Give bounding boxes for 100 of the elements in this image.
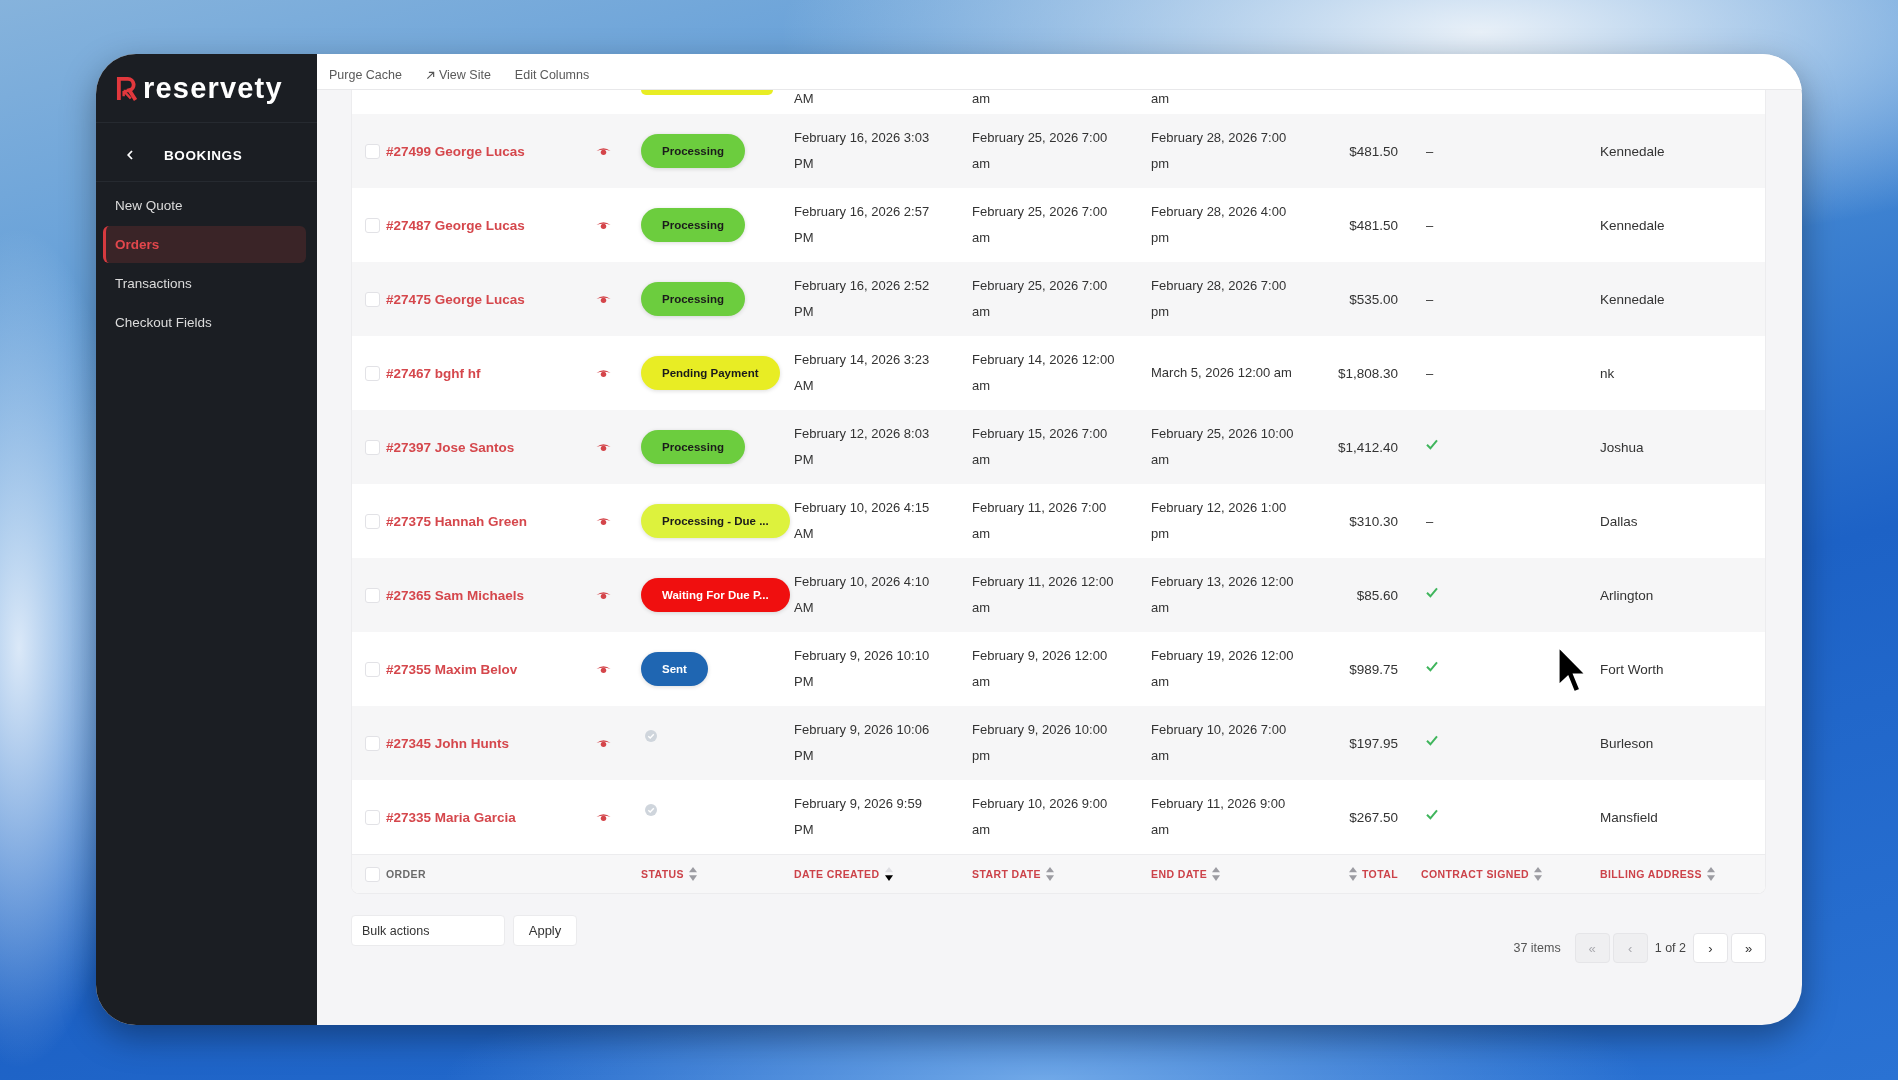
date-cell-text: February 9, 2026 10:00 pm xyxy=(972,721,1109,765)
date-cell-text: February 15, 2026 7:00 am xyxy=(972,425,1109,469)
order-link[interactable]: #27335 Maria Garcia xyxy=(386,809,516,825)
row-checkbox[interactable] xyxy=(365,365,380,381)
order-link[interactable]: #27475 George Lucas xyxy=(386,291,525,307)
nav-item[interactable]: New Quote xyxy=(103,187,306,224)
eye-icon[interactable] xyxy=(596,294,611,304)
select-all-checkbox[interactable] xyxy=(365,866,380,882)
date-cell-text: February 28, 2026 7:00 pm xyxy=(1151,129,1288,173)
date-cell-text: February 13, 2026 12:00 am xyxy=(1151,573,1295,617)
item-count: 37 items xyxy=(1513,941,1561,955)
eye-icon[interactable] xyxy=(596,220,611,230)
contract-cell: – xyxy=(1426,365,1434,381)
status-badge: Sent xyxy=(641,652,708,686)
column-header[interactable]: CONTRACT SIGNED xyxy=(1421,868,1530,880)
logo-icon xyxy=(116,75,137,101)
date-cell-text: February 10, 2026 7:00 am xyxy=(1151,721,1288,765)
row-checkbox[interactable] xyxy=(365,735,380,751)
eye-icon[interactable] xyxy=(596,516,611,526)
column-header[interactable]: END DATE xyxy=(1151,868,1208,880)
order-link[interactable]: #27487 George Lucas xyxy=(386,217,525,233)
order-link[interactable]: #27499 George Lucas xyxy=(386,143,525,159)
status-badge: Waiting For Due P... xyxy=(641,578,790,612)
order-link[interactable]: #27397 Jose Santos xyxy=(386,439,515,455)
status-badge: Processing xyxy=(641,208,745,242)
billing-cell: Kennedale xyxy=(1600,143,1665,159)
column-header[interactable]: DATE CREATED xyxy=(794,868,880,880)
billing-cell: Joshua xyxy=(1600,439,1644,455)
apply-button[interactable]: Apply xyxy=(513,915,577,946)
order-link[interactable]: #27467 bghf hf xyxy=(386,365,481,381)
date-cell-text: February 12, 2026 8:03 PM xyxy=(794,425,931,469)
order-link[interactable]: #27345 John Hunts xyxy=(386,735,510,751)
eye-icon[interactable] xyxy=(596,442,611,452)
column-header[interactable]: BILLING ADDRESS xyxy=(1600,868,1702,880)
row-checkbox[interactable] xyxy=(365,809,380,825)
page-button[interactable]: › xyxy=(1693,933,1728,963)
date-cell-text: February 16, 2026 3:03 PM xyxy=(794,129,931,173)
total-cell: $989.75 xyxy=(1349,661,1398,677)
date-cell: AM xyxy=(794,90,814,108)
order-link[interactable]: #27365 Sam Michaels xyxy=(386,587,525,603)
order-link[interactable]: #27375 Hannah Green xyxy=(386,513,528,529)
nav-item[interactable]: Checkout Fields xyxy=(103,304,306,341)
nav-item[interactable]: Orders xyxy=(103,226,306,263)
date-cell-text: February 25, 2026 7:00 am xyxy=(972,203,1109,247)
contract-cell: – xyxy=(1426,513,1434,529)
bulk-actions-select[interactable]: Bulk actions xyxy=(351,915,505,946)
column-header[interactable]: TOTAL xyxy=(1361,868,1398,880)
billing-cell: Dallas xyxy=(1600,513,1638,529)
eye-icon[interactable] xyxy=(596,738,611,748)
toolbar-link[interactable]: View Site xyxy=(425,68,491,82)
date-cell-text: February 11, 2026 7:00 am xyxy=(972,499,1108,543)
section-title: BOOKINGS xyxy=(164,147,243,163)
status-badge: Processing xyxy=(641,282,745,316)
order-link[interactable]: #27355 Maxim Belov xyxy=(386,661,518,677)
contract-cell: – xyxy=(1426,217,1434,233)
date-cell-text: February 9, 2026 10:06 PM xyxy=(794,721,931,765)
total-cell: $1,808.30 xyxy=(1337,365,1398,381)
status-badge: Processing xyxy=(641,430,745,464)
toolbar-link[interactable]: Purge Cache xyxy=(329,68,402,82)
diagonal-arrow-icon xyxy=(425,70,435,80)
eye-icon[interactable] xyxy=(596,590,611,600)
billing-cell: Kennedale xyxy=(1600,291,1665,307)
page-button[interactable]: » xyxy=(1731,933,1766,963)
row-checkbox[interactable] xyxy=(365,661,380,677)
row-checkbox[interactable] xyxy=(365,587,380,603)
row-checkbox[interactable] xyxy=(365,217,380,233)
chevron-left-icon[interactable] xyxy=(127,150,133,160)
date-cell-text: March 5, 2026 12:00 am xyxy=(1151,364,1292,382)
date-cell-text: February 9, 2026 10:10 PM xyxy=(794,647,931,691)
total-cell: $197.95 xyxy=(1349,735,1398,751)
toolbar-link[interactable]: Edit Columns xyxy=(514,68,590,82)
row-checkbox[interactable] xyxy=(365,143,380,159)
date-cell-text: February 16, 2026 2:57 PM xyxy=(794,203,931,247)
date-cell-text: February 11, 2026 9:00 am xyxy=(1151,795,1287,839)
row-checkbox[interactable] xyxy=(365,513,380,529)
date-cell-text: February 12, 2026 1:00 pm xyxy=(1151,499,1288,543)
eye-icon[interactable] xyxy=(596,368,611,378)
eye-icon[interactable] xyxy=(596,146,611,156)
total-cell: $267.50 xyxy=(1349,809,1398,825)
column-header[interactable]: START DATE xyxy=(972,868,1041,880)
total-cell: $1,412.40 xyxy=(1337,439,1398,455)
eye-icon[interactable] xyxy=(596,812,611,822)
total-cell: $85.60 xyxy=(1356,587,1398,603)
nav-item[interactable]: Transactions xyxy=(103,265,306,302)
billing-cell: Burleson xyxy=(1600,735,1654,751)
total-cell: $481.50 xyxy=(1349,217,1398,233)
total-cell: $310.30 xyxy=(1349,513,1398,529)
billing-cell: Mansfield xyxy=(1600,809,1658,825)
column-header[interactable]: STATUS xyxy=(641,868,684,880)
check-circle-icon xyxy=(645,730,657,742)
status-badge: Processing - Due ... xyxy=(641,504,790,538)
eye-icon[interactable] xyxy=(596,664,611,674)
sort-icon[interactable] xyxy=(884,867,893,881)
billing-cell: Fort Worth xyxy=(1600,661,1664,677)
date-cell-text: February 16, 2026 2:52 PM xyxy=(794,277,931,321)
contract-cell: – xyxy=(1426,291,1434,307)
row-checkbox[interactable] xyxy=(365,439,380,455)
date-cell-text: February 28, 2026 7:00 pm xyxy=(1151,277,1288,321)
row-checkbox[interactable] xyxy=(365,291,380,307)
date-cell: am xyxy=(1151,90,1170,108)
